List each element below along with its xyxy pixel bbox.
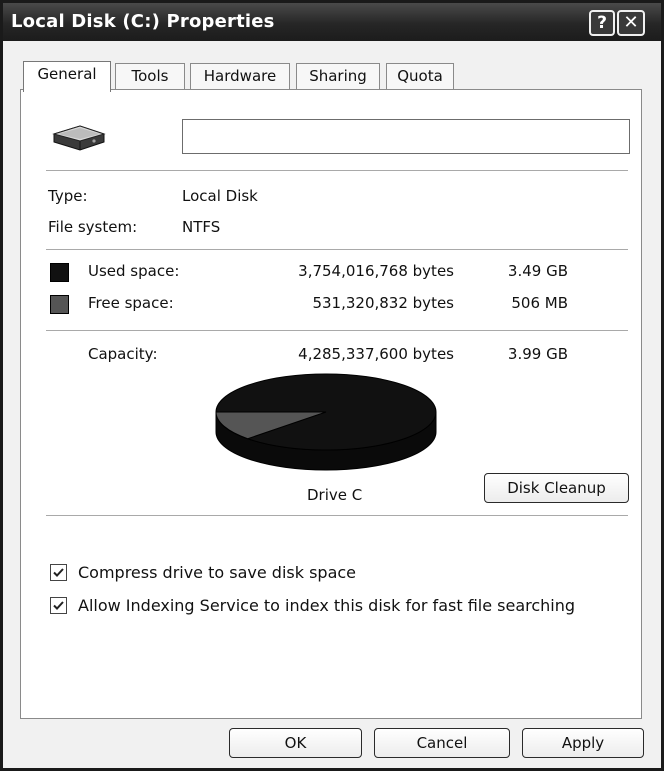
hard-drive-icon: [52, 125, 106, 151]
disk-usage-pie: [215, 373, 437, 471]
checkmark-icon: [53, 568, 64, 577]
used-space-size: 3.49 GB: [507, 262, 568, 280]
used-space-bytes: 3,754,016,768 bytes: [298, 262, 454, 280]
capacity-label: Capacity:: [88, 345, 158, 363]
capacity-size: 3.99 GB: [507, 345, 568, 363]
file-system-label: File system:: [48, 218, 138, 236]
tab-quota[interactable]: Quota: [386, 63, 454, 89]
file-system-value: NTFS: [182, 218, 221, 236]
separator: [46, 249, 628, 251]
checkmark-icon: [53, 601, 64, 610]
indexing-checkbox[interactable]: [50, 597, 67, 614]
separator: [46, 170, 628, 172]
compress-option-label: Compress drive to save disk space: [78, 563, 357, 582]
tab-tools[interactable]: Tools: [115, 63, 185, 89]
separator: [46, 515, 628, 517]
title-bar[interactable]: Local Disk (C:) Properties ? ✕: [3, 3, 661, 41]
disk-cleanup-button[interactable]: Disk Cleanup: [484, 473, 629, 503]
free-space-size: 506 MB: [511, 294, 568, 312]
drive-label: Drive C: [307, 486, 363, 504]
type-label: Type:: [48, 187, 88, 205]
free-space-label: Free space:: [88, 294, 174, 312]
tab-general[interactable]: General: [23, 61, 111, 92]
tab-hardware[interactable]: Hardware: [190, 63, 290, 89]
close-button[interactable]: ✕: [617, 10, 645, 36]
compress-checkbox[interactable]: [50, 564, 67, 581]
window-title: Local Disk (C:) Properties: [11, 11, 275, 32]
cancel-button[interactable]: Cancel: [374, 728, 510, 758]
ok-button[interactable]: OK: [229, 728, 362, 758]
indexing-option-label: Allow Indexing Service to index this dis…: [78, 596, 576, 615]
type-value: Local Disk: [182, 187, 258, 205]
capacity-bytes: 4,285,337,600 bytes: [298, 345, 454, 363]
help-button[interactable]: ?: [589, 10, 615, 36]
used-space-swatch: [50, 263, 69, 282]
free-space-swatch: [50, 295, 69, 314]
apply-button[interactable]: Apply: [522, 728, 644, 758]
tab-sharing[interactable]: Sharing: [296, 63, 380, 89]
volume-label-input[interactable]: [182, 119, 630, 154]
separator: [46, 330, 628, 332]
used-space-label: Used space:: [88, 262, 180, 280]
free-space-bytes: 531,320,832 bytes: [312, 294, 454, 312]
